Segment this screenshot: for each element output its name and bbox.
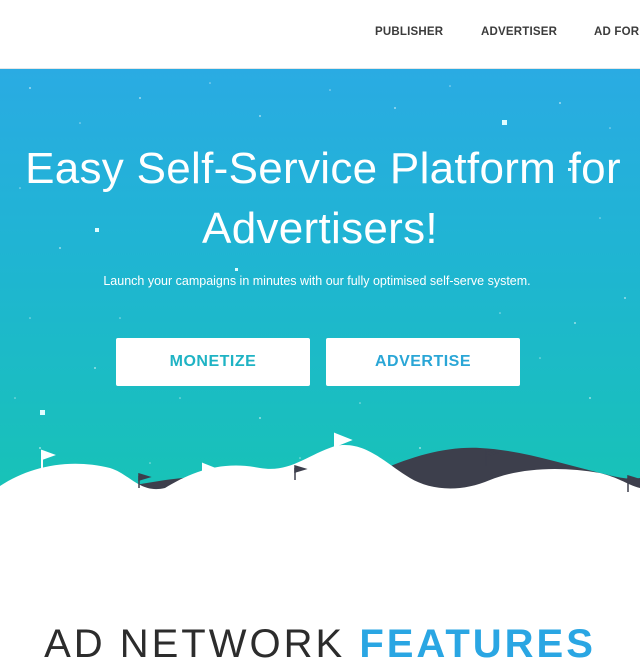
mountain-landscape xyxy=(0,432,640,498)
nav-item-advertiser[interactable]: ADVERTISER xyxy=(481,26,557,38)
features-title-part2: FEATURES xyxy=(359,622,596,666)
snow-hills xyxy=(0,445,640,498)
hero-section: Easy Self-Service Platform for Advertise… xyxy=(0,68,640,498)
features-title-part1: AD NETWORK xyxy=(44,622,346,666)
nav-item-publisher[interactable]: PUBLISHER xyxy=(375,26,443,38)
nav-item-ad-formats[interactable]: AD FOR xyxy=(594,26,639,38)
top-navigation-bar: PUBLISHER ADVERTISER AD FOR xyxy=(0,0,640,69)
features-section-title: AD NETWORK FEATURES xyxy=(0,622,640,667)
